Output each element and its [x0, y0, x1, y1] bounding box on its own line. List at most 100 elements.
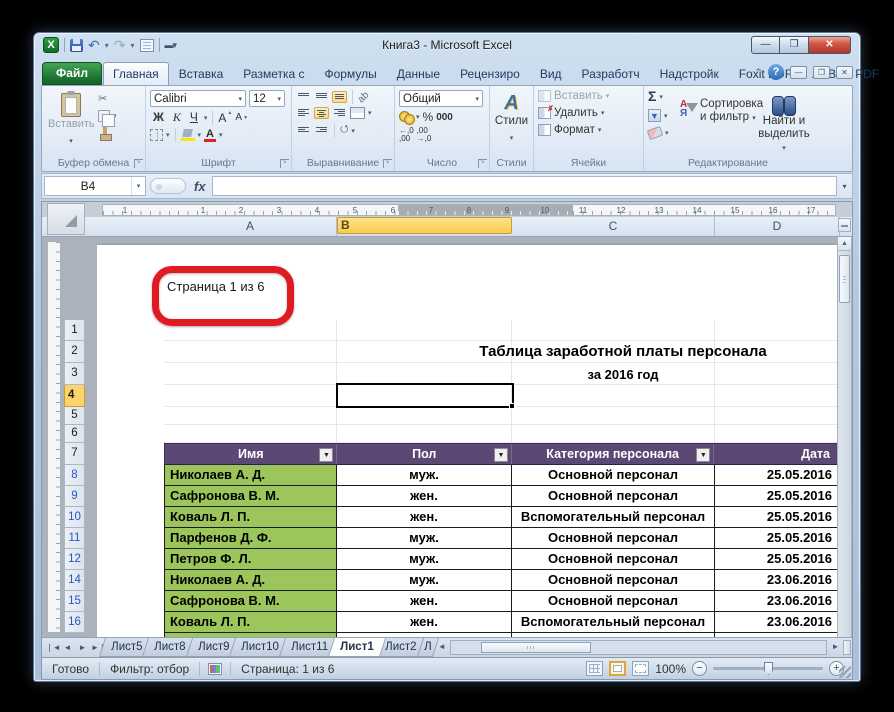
cut-icon[interactable]: ✂: [98, 92, 117, 105]
cell-gender[interactable]: жен.: [337, 612, 512, 632]
cell-category[interactable]: Основной персонал: [512, 486, 715, 506]
row-header-9[interactable]: 9: [64, 486, 85, 507]
select-all-corner[interactable]: [47, 203, 85, 235]
tab-insert[interactable]: Вставка: [169, 62, 234, 85]
resize-grip[interactable]: [839, 666, 851, 678]
align-right-icon[interactable]: [332, 107, 347, 119]
number-dialog-launcher-icon[interactable]: [478, 157, 487, 168]
tab-formulas[interactable]: Формулы: [315, 62, 387, 85]
cell[interactable]: [164, 341, 337, 363]
filter-button[interactable]: ▼: [696, 448, 711, 462]
scroll-up-icon[interactable]: ▲: [838, 237, 851, 251]
row-header-4[interactable]: 4: [64, 385, 85, 407]
cell-date[interactable]: 23.06.2016: [715, 570, 840, 590]
column-header-d[interactable]: D: [715, 217, 840, 236]
find-select-button[interactable]: Найти и выделить ▾: [756, 96, 812, 155]
cell[interactable]: [164, 363, 337, 385]
font-color-icon[interactable]: А: [204, 128, 217, 142]
font-family-select[interactable]: Calibri ▾: [150, 90, 246, 107]
row-header-1[interactable]: 1: [64, 320, 85, 341]
tab-split-handle[interactable]: [843, 640, 851, 655]
row-header-12[interactable]: 12: [64, 549, 85, 570]
fill-color-dropdown-icon[interactable]: ▾: [198, 131, 202, 139]
zoom-out-icon[interactable]: −: [692, 661, 707, 676]
macro-record-icon[interactable]: [208, 662, 223, 675]
insert-cells-button[interactable]: Вставить ▾: [538, 90, 639, 102]
page-layout-view-icon[interactable]: [609, 661, 627, 676]
prev-sheet-icon[interactable]: ◄: [61, 643, 74, 652]
tab-addins[interactable]: Надстройк: [650, 62, 729, 85]
doc-close-button[interactable]: ✕: [836, 65, 853, 79]
cell[interactable]: [337, 425, 512, 443]
vertical-scrollbar[interactable]: ▲: [837, 237, 851, 637]
wrap-text-icon[interactable]: ⭯: [340, 122, 348, 139]
horizontal-scrollbar[interactable]: [450, 640, 827, 655]
horizontal-scroll-thumb[interactable]: [481, 642, 592, 653]
tab-developer[interactable]: Разработч: [572, 62, 650, 85]
formula-input[interactable]: [211, 176, 837, 196]
cell-category[interactable]: Основной персонал: [512, 549, 715, 569]
delete-cells-button[interactable]: ✗ Удалить ▾: [538, 104, 639, 119]
help-icon[interactable]: ?: [768, 64, 784, 80]
format-painter-icon[interactable]: [98, 127, 112, 141]
cell[interactable]: [512, 407, 715, 425]
cell-date[interactable]: 25.05.2016: [715, 528, 840, 548]
cell-gender[interactable]: муж.: [337, 570, 512, 590]
sheet-tab-list1[interactable]: Лист1: [327, 638, 386, 657]
align-top-icon[interactable]: [296, 91, 311, 103]
cell-date[interactable]: 25.05.2016: [715, 507, 840, 527]
cell-name[interactable]: Сафронова В. М.: [164, 591, 337, 611]
split-handle[interactable]: [838, 218, 851, 232]
row-header-10[interactable]: 10: [64, 507, 85, 528]
row-header-11[interactable]: 11: [64, 528, 85, 549]
selected-cell-b4[interactable]: [336, 383, 515, 409]
cell[interactable]: [715, 385, 840, 407]
cell[interactable]: [337, 407, 512, 425]
cell-date[interactable]: 23.06.2016: [715, 612, 840, 632]
cell-styles-button[interactable]: А Стили ▾: [490, 92, 533, 145]
tab-review[interactable]: Рецензиро: [450, 62, 530, 85]
vertical-scroll-thumb[interactable]: [839, 255, 850, 303]
cell-category[interactable]: Основной персонал: [512, 465, 715, 485]
underline-button[interactable]: Ч: [187, 110, 201, 125]
format-cells-button[interactable]: Формат ▾: [538, 124, 639, 136]
next-sheet-icon[interactable]: ►: [76, 643, 89, 652]
normal-view-icon[interactable]: [586, 661, 604, 676]
cell[interactable]: [164, 320, 337, 341]
row-header-15[interactable]: 15: [64, 591, 85, 612]
row-header-6[interactable]: 6: [64, 425, 85, 443]
underline-dropdown-icon[interactable]: ▾: [204, 114, 208, 122]
cell-name[interactable]: Парфенов Д. Ф.: [164, 528, 337, 548]
comma-style-button[interactable]: 000: [436, 112, 453, 123]
decrease-indent-icon[interactable]: [296, 125, 311, 137]
borders-dropdown-icon[interactable]: ▾: [166, 131, 170, 139]
tab-file[interactable]: Файл: [42, 62, 102, 85]
cell-category[interactable]: Основной персонал: [512, 570, 715, 590]
wrap-dropdown-icon[interactable]: ▾: [351, 127, 355, 135]
cell-date[interactable]: 25.05.2016: [715, 549, 840, 569]
column-header-b[interactable]: B: [337, 217, 512, 234]
insert-function-icon[interactable]: fx: [194, 179, 206, 194]
clear-button[interactable]: ▾: [646, 125, 678, 141]
align-center-icon[interactable]: [314, 107, 329, 119]
filter-button[interactable]: ▼: [493, 448, 508, 462]
decrease-decimal-icon[interactable]: ,00 →,0: [417, 127, 432, 143]
styles-dropdown-icon[interactable]: ▾: [510, 135, 514, 142]
paste-dropdown-icon[interactable]: ▾: [69, 138, 73, 145]
column-header-a[interactable]: A: [164, 217, 337, 236]
merge-center-icon[interactable]: [350, 107, 365, 119]
tab-page-layout[interactable]: Разметка с: [233, 62, 314, 85]
fill-button[interactable]: ▼ ▾: [648, 109, 678, 122]
cell-gender[interactable]: жен.: [337, 486, 512, 506]
align-middle-icon[interactable]: [314, 91, 329, 103]
first-sheet-icon[interactable]: ❘◄: [46, 643, 61, 652]
zoom-slider[interactable]: [713, 662, 823, 675]
cell-gender[interactable]: муж.: [337, 528, 512, 548]
minimize-button[interactable]: —: [751, 36, 780, 54]
row-header-7[interactable]: 7: [64, 443, 85, 465]
font-size-select[interactable]: 12 ▾: [249, 90, 285, 107]
cell[interactable]: [164, 385, 337, 407]
cell[interactable]: [715, 425, 840, 443]
merge-dropdown-icon[interactable]: ▾: [368, 109, 372, 117]
font-color-dropdown-icon[interactable]: ▾: [219, 131, 223, 139]
